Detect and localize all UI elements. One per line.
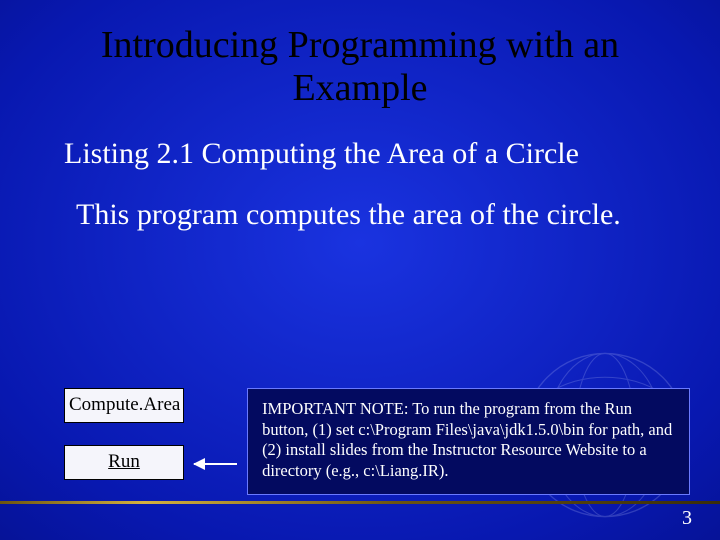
compute-area-button[interactable]: Compute.Area (64, 388, 184, 423)
run-button[interactable]: Run (64, 445, 184, 480)
arrow-left-icon (194, 463, 237, 465)
listing-label: Listing 2.1 Computing the Area of a Circ… (0, 109, 720, 172)
page-number: 3 (682, 507, 692, 530)
bottom-row: Compute.Area Run IMPORTANT NOTE: To run … (64, 388, 690, 495)
footer-divider (0, 501, 720, 504)
slide-title: Introducing Programming with an Example (0, 0, 720, 109)
important-note: IMPORTANT NOTE: To run the program from … (247, 388, 690, 495)
button-column: Compute.Area Run (64, 388, 184, 480)
program-description: This program computes the area of the ci… (0, 172, 720, 233)
